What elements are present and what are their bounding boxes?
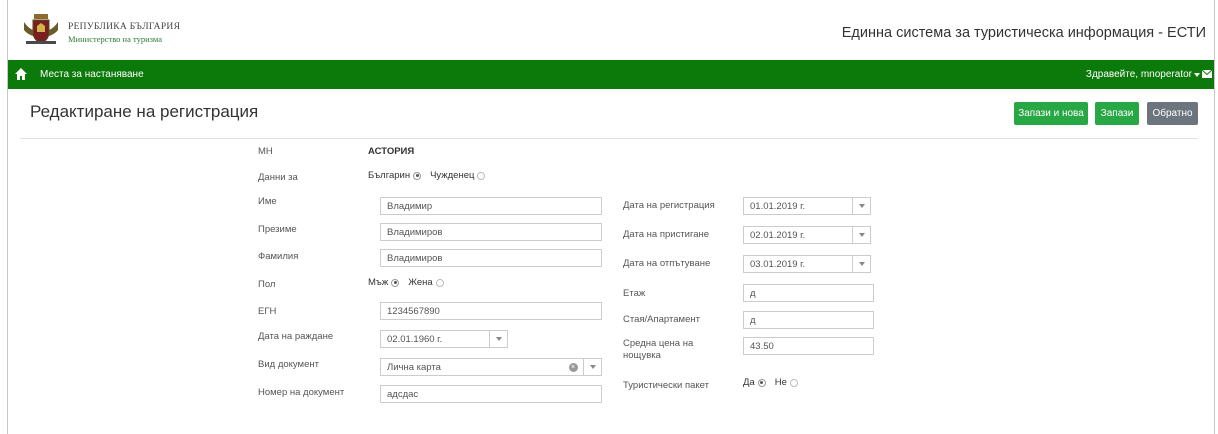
reg-date-value: 01.01.2019 г. bbox=[750, 200, 806, 212]
user-greeting[interactable]: Здравейте, mnoperator bbox=[1086, 69, 1192, 80]
org-line-1: РЕПУБЛИКА БЪЛГАРИЯ bbox=[68, 22, 181, 32]
reg-date-picker[interactable]: 01.01.2019 г. bbox=[743, 197, 871, 215]
birth-date-dropdown[interactable] bbox=[489, 331, 507, 347]
radio-label-foreigner: Чужденец bbox=[430, 170, 475, 181]
doc-type-clear[interactable]: × bbox=[563, 359, 583, 375]
egn-label: ЕГН bbox=[258, 306, 277, 317]
radio-label-female: Жена bbox=[408, 277, 433, 288]
page-title: Редактиране на регистрация bbox=[30, 102, 259, 121]
birth-date-label: Дата на раждане bbox=[258, 331, 334, 342]
clear-icon: × bbox=[568, 362, 578, 372]
tourist-package-radio-group: Да Не bbox=[743, 377, 804, 388]
radio-yes[interactable] bbox=[757, 378, 766, 387]
departure-date-label: Дата на отпътуване bbox=[623, 258, 711, 269]
coat-of-arms-icon bbox=[24, 14, 58, 44]
last-name-label: Фамилия bbox=[258, 251, 299, 262]
gender-label: Пол bbox=[258, 279, 276, 290]
envelope-icon[interactable] bbox=[1202, 70, 1212, 78]
radio-bulgarian[interactable] bbox=[413, 171, 422, 180]
data-for-radio-group: Българин Чужденец bbox=[368, 170, 491, 181]
chevron-down-icon bbox=[858, 204, 865, 208]
avg-price-input[interactable]: 43.50 bbox=[743, 337, 874, 355]
chevron-down-icon bbox=[858, 262, 865, 266]
mn-value: АСТОРИЯ bbox=[368, 146, 415, 157]
arrival-date-picker[interactable]: 02.01.2019 г. bbox=[743, 226, 871, 244]
radio-label-yes: Да bbox=[743, 377, 755, 388]
radio-label-male: Мъж bbox=[368, 277, 389, 288]
organization-name: РЕПУБЛИКА БЪЛГАРИЯ Министерство на туриз… bbox=[68, 22, 180, 44]
birth-date-value: 02.01.1960 г. bbox=[387, 333, 443, 345]
save-button[interactable]: Запази bbox=[1095, 102, 1139, 125]
chevron-down-icon[interactable] bbox=[1194, 73, 1200, 77]
doc-type-dropdown[interactable] bbox=[583, 359, 601, 375]
radio-label-no: Не bbox=[774, 377, 787, 388]
gender-radio-group: Мъж Жена bbox=[368, 277, 450, 288]
reg-date-label: Дата на регистрация bbox=[623, 200, 715, 211]
radio-no[interactable] bbox=[789, 378, 798, 387]
chevron-down-icon bbox=[858, 233, 865, 237]
arrival-date-dropdown[interactable] bbox=[852, 227, 870, 243]
back-button[interactable]: Обратно bbox=[1147, 102, 1198, 125]
doc-type-value: Лична карта bbox=[387, 361, 441, 373]
doc-type-select[interactable]: Лична карта × bbox=[380, 358, 602, 376]
avg-price-label-line-1: Средна цена на bbox=[623, 338, 694, 349]
radio-label-bulgarian: Българин bbox=[368, 170, 411, 181]
departure-date-picker[interactable]: 03.01.2019 г. bbox=[743, 255, 871, 273]
tourist-package-label: Туристически пакет bbox=[623, 380, 710, 391]
departure-date-value: 03.01.2019 г. bbox=[750, 258, 806, 270]
middle-name-input[interactable]: Владимиров bbox=[380, 223, 602, 241]
home-icon[interactable] bbox=[14, 67, 28, 81]
save-and-new-button[interactable]: Запази и нова bbox=[1014, 102, 1088, 125]
system-title: Единна система за туристическа информаци… bbox=[841, 25, 1206, 41]
floor-label: Етаж bbox=[623, 288, 646, 299]
doc-number-input[interactable]: адсдас bbox=[380, 385, 602, 403]
radio-foreigner[interactable] bbox=[477, 171, 486, 180]
avg-price-label-line-2: нощувка bbox=[623, 350, 661, 361]
birth-date-picker[interactable]: 02.01.1960 г. bbox=[380, 330, 508, 348]
egn-input[interactable]: 1234567890 bbox=[380, 302, 602, 320]
avg-price-label: Средна цена на нощувка bbox=[623, 338, 693, 362]
divider bbox=[20, 138, 1198, 139]
doc-number-label: Номер на документ bbox=[258, 387, 345, 398]
org-line-2: Министерство на туризма bbox=[68, 34, 162, 44]
nav-link-accommodations[interactable]: Места за настаняване bbox=[40, 69, 144, 80]
last-name-input[interactable]: Владимиров bbox=[380, 249, 602, 267]
reg-date-dropdown[interactable] bbox=[852, 198, 870, 214]
mn-label: МН bbox=[258, 146, 273, 157]
room-label: Стая/Апартамент bbox=[623, 314, 700, 325]
arrival-date-label: Дата на пристигане bbox=[623, 229, 710, 240]
arrival-date-value: 02.01.2019 г. bbox=[750, 229, 806, 241]
first-name-input[interactable]: Владимир bbox=[380, 197, 602, 215]
navbar: Места за настаняване Здравейте, mnoperat… bbox=[8, 60, 1214, 89]
radio-female[interactable] bbox=[435, 278, 444, 287]
chevron-down-icon bbox=[495, 337, 502, 341]
first-name-label: Име bbox=[258, 196, 277, 207]
chevron-down-icon bbox=[589, 365, 596, 369]
doc-type-label: Вид документ bbox=[258, 359, 319, 370]
room-input[interactable]: д bbox=[743, 311, 874, 329]
middle-name-label: Презиме bbox=[258, 224, 297, 235]
data-for-label: Данни за bbox=[258, 172, 298, 183]
header: РЕПУБЛИКА БЪЛГАРИЯ Министерство на туриз… bbox=[8, 0, 1214, 60]
departure-date-dropdown[interactable] bbox=[852, 256, 870, 272]
floor-input[interactable]: д bbox=[743, 284, 874, 302]
radio-male[interactable] bbox=[391, 278, 400, 287]
